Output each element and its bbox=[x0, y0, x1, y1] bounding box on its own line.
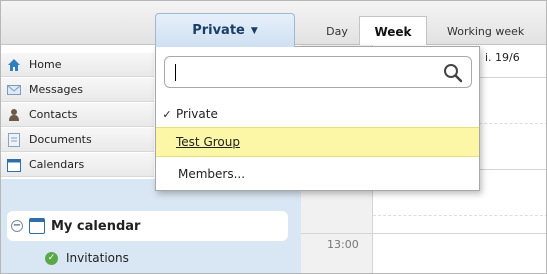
calendar-icon bbox=[29, 218, 45, 234]
calendars-icon bbox=[7, 158, 21, 172]
dropdown-item-test-group[interactable]: Test Group bbox=[156, 127, 479, 157]
search-field[interactable] bbox=[164, 56, 472, 88]
tab-week[interactable]: Week bbox=[359, 16, 427, 46]
sidebar-item-contacts[interactable]: Contacts bbox=[1, 103, 154, 127]
tab-day-label: Day bbox=[326, 24, 348, 38]
invitations-label: Invitations bbox=[66, 251, 129, 265]
chevron-down-icon: ▼ bbox=[250, 25, 258, 36]
my-calendar-label: My calendar bbox=[51, 218, 141, 234]
private-tab-label: Private bbox=[192, 23, 245, 38]
grid-line bbox=[301, 233, 546, 234]
sidebar-item-calendars[interactable]: Calendars bbox=[1, 153, 154, 177]
invitations-icon: ✓ bbox=[45, 251, 58, 265]
dropdown-item-private[interactable]: ✓ Private bbox=[156, 99, 479, 129]
sidebar-item-label: Calendars bbox=[29, 158, 85, 171]
tab-day[interactable]: Day bbox=[317, 16, 357, 46]
dropdown-item-label: Members... bbox=[178, 167, 246, 181]
sidebar-item-label: Contacts bbox=[29, 108, 78, 121]
sidebar-item-messages[interactable]: Messages bbox=[1, 78, 154, 102]
tab-working-week[interactable]: Working week bbox=[447, 16, 546, 46]
invitations-item[interactable]: ✓ Invitations bbox=[45, 251, 129, 265]
sidebar-item-label: Home bbox=[29, 58, 62, 71]
sidebar-item-documents[interactable]: Documents bbox=[1, 128, 154, 152]
app-window: Private ▼ Home Messages Contacts Documen… bbox=[0, 0, 547, 274]
search-input[interactable] bbox=[173, 62, 433, 82]
contacts-icon bbox=[7, 108, 21, 122]
tab-week-label: Week bbox=[374, 24, 412, 39]
checkmark-icon: ✓ bbox=[162, 107, 172, 121]
home-icon bbox=[7, 58, 21, 72]
private-dropdown-button[interactable]: Private ▼ bbox=[155, 13, 295, 47]
my-calendar-row[interactable]: − My calendar bbox=[7, 211, 288, 241]
date-header: i. 19/6 bbox=[485, 51, 520, 64]
messages-icon bbox=[7, 83, 21, 97]
sidebar-item-label: Messages bbox=[29, 83, 83, 96]
grid-line bbox=[373, 215, 546, 216]
dropdown-item-members[interactable]: Members... bbox=[156, 159, 479, 189]
documents-icon bbox=[7, 132, 21, 147]
sidebar-item-home[interactable]: Home bbox=[1, 53, 154, 77]
group-dropdown-menu: ✓ Private Test Group Members... bbox=[155, 46, 480, 191]
dropdown-item-label: Private bbox=[176, 107, 218, 121]
tab-working-week-label: Working week bbox=[447, 24, 525, 38]
collapse-toggle-icon[interactable]: − bbox=[11, 220, 23, 232]
search-icon[interactable] bbox=[443, 63, 463, 83]
dropdown-item-label: Test Group bbox=[176, 135, 240, 149]
sidebar-item-label: Documents bbox=[29, 133, 92, 146]
time-label: 13:00 bbox=[327, 238, 359, 251]
